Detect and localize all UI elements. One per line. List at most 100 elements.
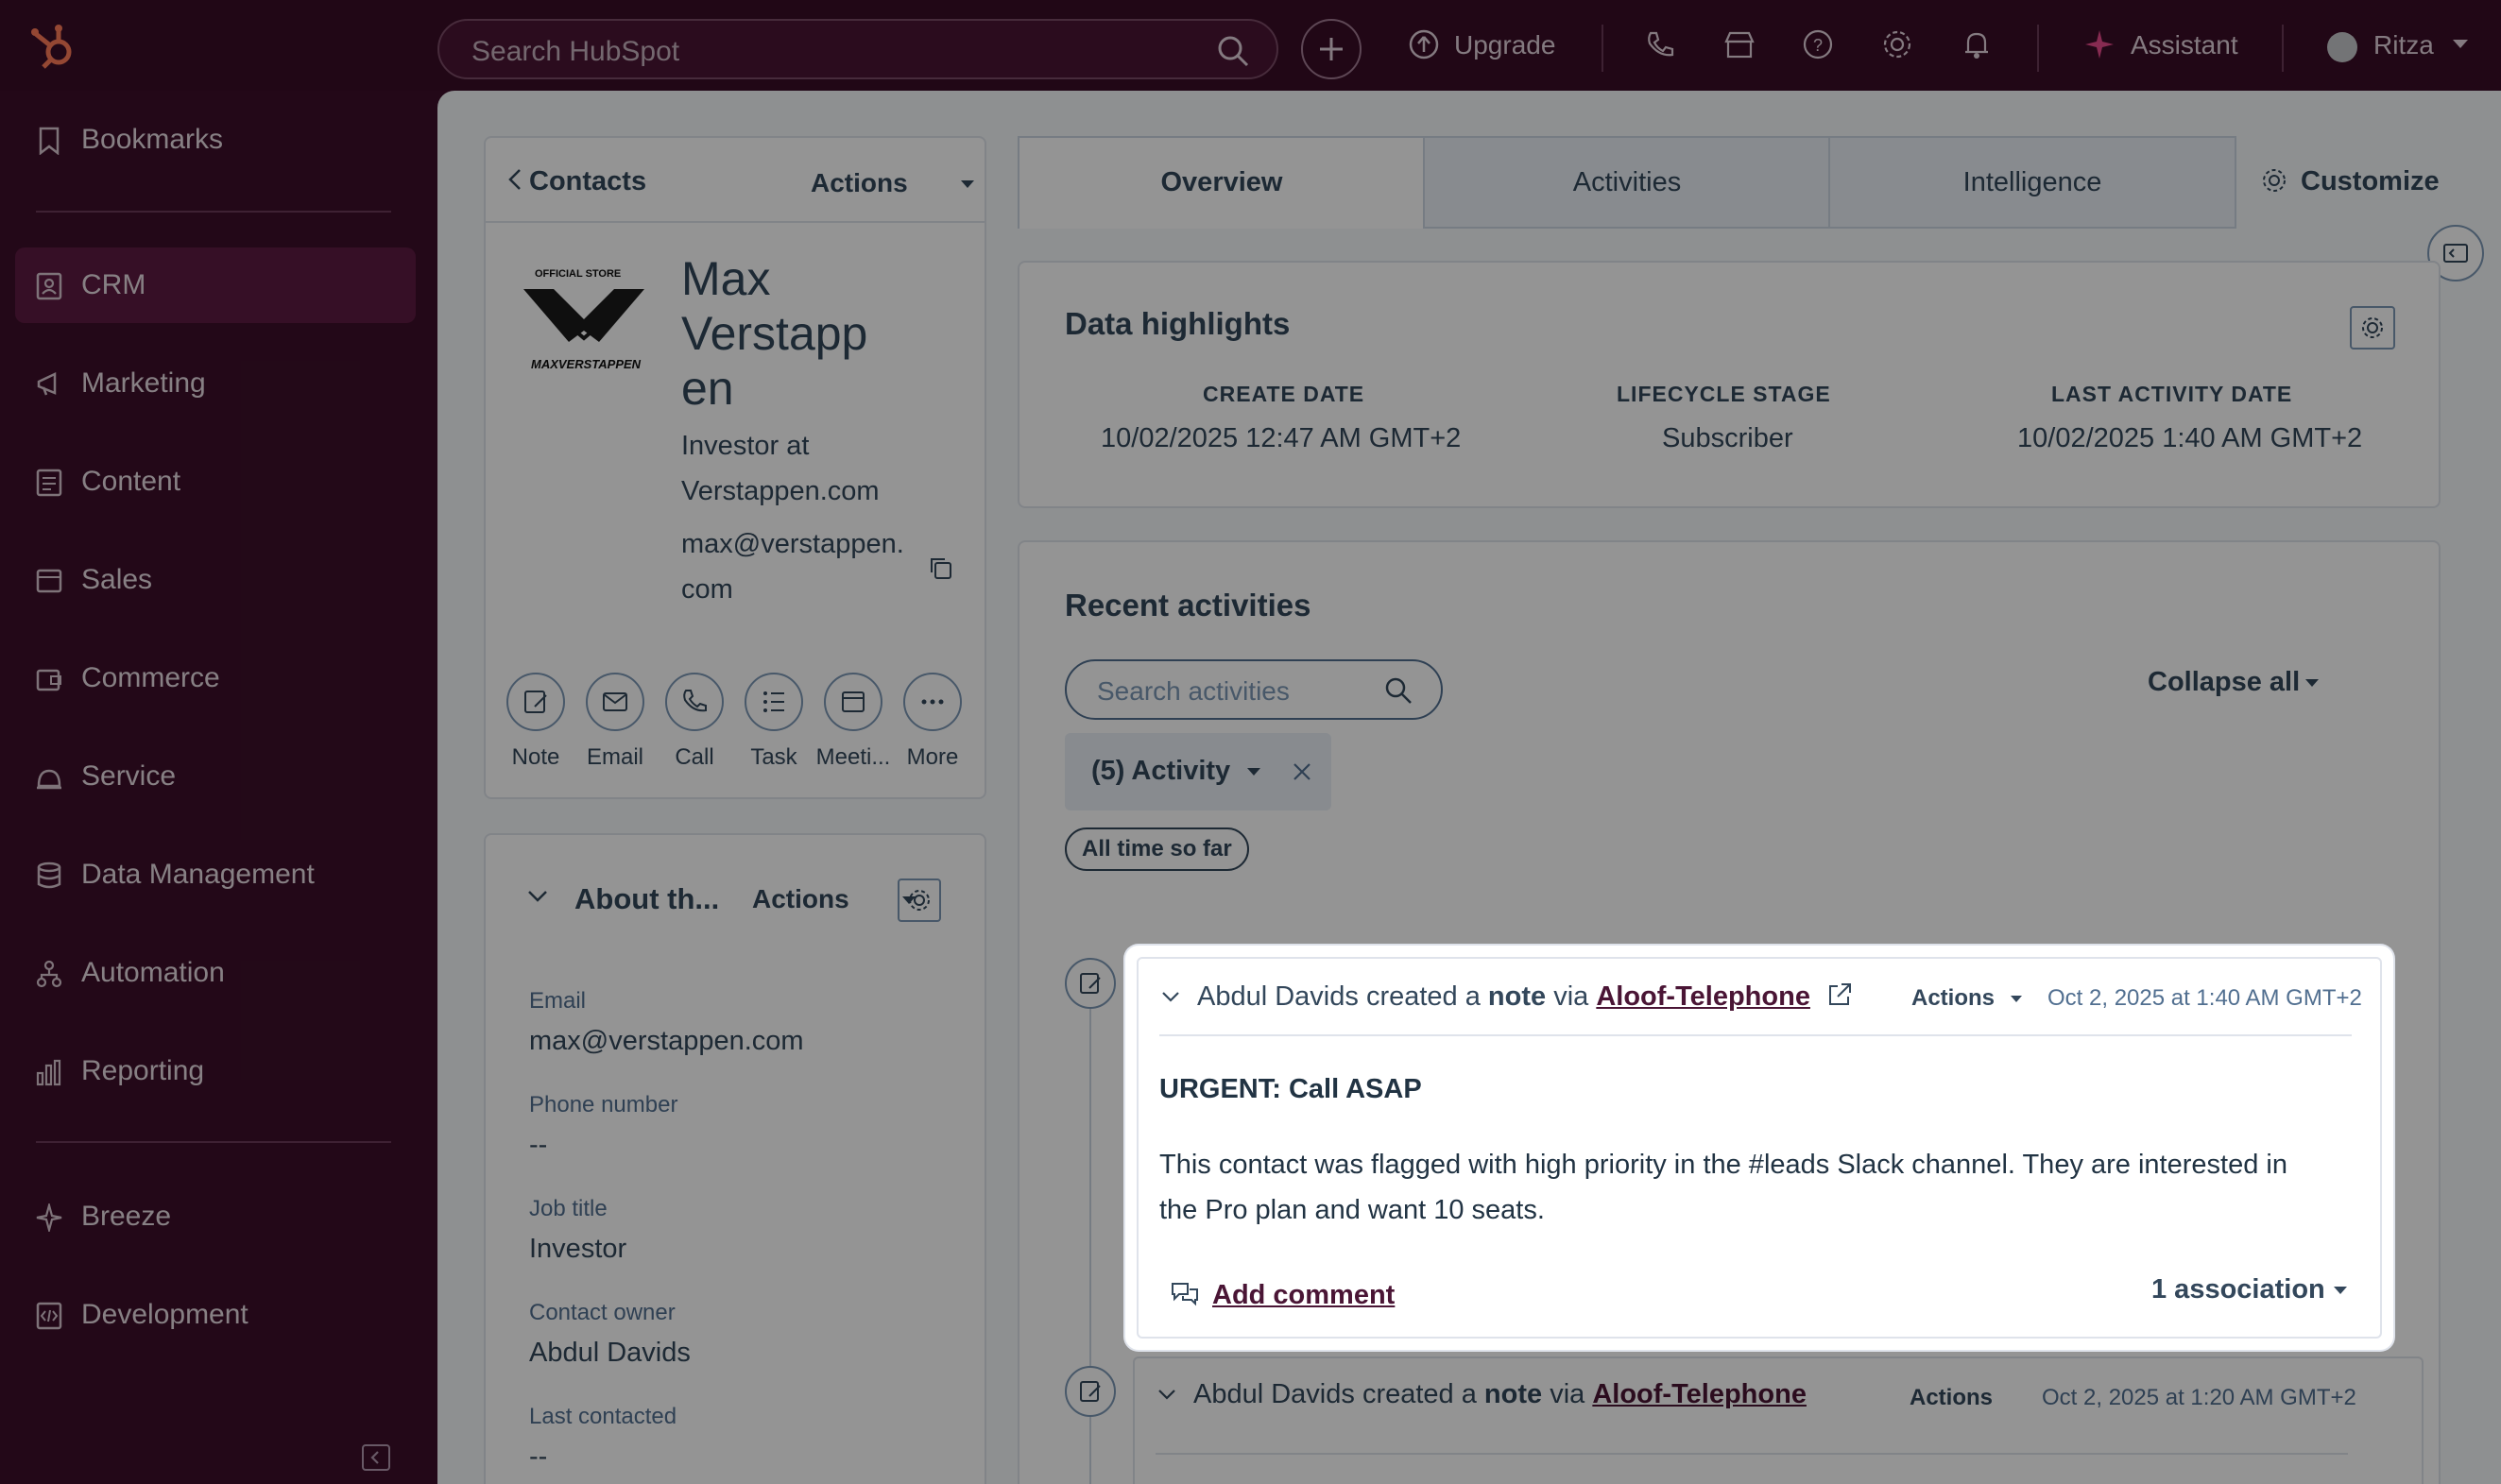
activity-actions-dropdown[interactable]: Actions	[1910, 1385, 1993, 1411]
field-label-contact-owner: Contact owner	[529, 1300, 676, 1325]
activity-author: Abdul Davids	[1197, 981, 1359, 1012]
note-icon	[524, 691, 547, 713]
lifecycle-stage-value: Subscriber	[1662, 423, 1793, 453]
external-link-icon[interactable]	[1826, 981, 1853, 1008]
email-button[interactable]	[586, 673, 644, 731]
back-to-contacts-link[interactable]: Contacts	[529, 166, 646, 197]
search-icon[interactable]	[1216, 34, 1250, 68]
sidebar-item-commerce[interactable]: Commerce	[15, 640, 416, 716]
recent-activities-title: Recent activities	[1065, 588, 1311, 623]
hubspot-logo-icon[interactable]	[26, 21, 79, 74]
sidebar-item-label: Content	[81, 466, 181, 497]
more-button[interactable]	[903, 673, 962, 731]
field-label-last-contacted: Last contacted	[529, 1404, 677, 1429]
activity-source-link[interactable]: Aloof-Telephone	[1592, 1379, 1807, 1409]
highlights-settings-button[interactable]	[2350, 306, 2395, 350]
copy-icon[interactable]	[928, 555, 954, 582]
about-settings-button[interactable]	[898, 878, 941, 922]
sidebar-item-crm[interactable]: CRM	[15, 247, 416, 323]
global-search-input[interactable]: Search HubSpot	[437, 19, 1278, 79]
caret-down-icon	[1247, 768, 1260, 776]
field-value-job-title[interactable]: Investor	[529, 1234, 626, 1265]
activity-filter-chip[interactable]: (5) Activity	[1065, 733, 1331, 810]
tab-overview[interactable]: Overview	[1018, 136, 1426, 229]
note-button[interactable]	[506, 673, 565, 731]
sidebar-item-breeze[interactable]: Breeze	[15, 1179, 416, 1254]
chevron-down-icon[interactable]	[2451, 38, 2470, 51]
sidebar-item-label: Service	[81, 760, 177, 792]
field-value-phone[interactable]: --	[529, 1130, 547, 1161]
chevron-down-icon[interactable]	[1161, 991, 1180, 1002]
sidebar-item-bookmarks[interactable]: Bookmarks	[15, 102, 416, 178]
sidebar-item-data-management[interactable]: Data Management	[15, 837, 416, 913]
upgrade-button[interactable]: Upgrade	[1454, 30, 1555, 60]
sidebar-item-sales[interactable]: Sales	[15, 542, 416, 618]
chevron-down-icon[interactable]	[527, 890, 548, 903]
about-actions-dropdown[interactable]: Actions	[752, 884, 849, 914]
sidebar-divider	[36, 1141, 391, 1143]
about-section-title[interactable]: About th...	[574, 882, 719, 916]
divider	[486, 221, 985, 223]
collapse-all-dropdown[interactable]: Collapse all	[2148, 667, 2300, 698]
meeting-button[interactable]	[824, 673, 882, 731]
tab-intelligence[interactable]: Intelligence	[1828, 136, 2236, 229]
tab-activities[interactable]: Activities	[1423, 136, 1831, 229]
time-filter-pill[interactable]: All time so far	[1065, 827, 1249, 871]
reporting-icon	[36, 1059, 61, 1086]
collapse-sidebar-button[interactable]	[362, 1444, 390, 1471]
content-icon	[36, 469, 62, 497]
avatar[interactable]	[2327, 32, 2357, 62]
chevron-down-icon[interactable]	[1157, 1389, 1176, 1400]
chevron-left-icon[interactable]	[506, 166, 523, 193]
caret-down-icon	[2305, 679, 2319, 687]
data-highlights-card: Data highlights CREATE DATE 10/02/2025 1…	[1018, 261, 2441, 508]
sidebar-item-content[interactable]: Content	[15, 444, 416, 520]
create-date-header: CREATE DATE	[1203, 382, 1365, 406]
sidebar-item-automation[interactable]: Automation	[15, 935, 416, 1011]
assistant-button[interactable]: Assistant	[2131, 30, 2238, 60]
gear-icon	[909, 890, 930, 911]
contact-name-line1: Max	[681, 252, 771, 305]
sidebar-item-label: Data Management	[81, 859, 315, 890]
divider	[2282, 25, 2284, 72]
field-value-contact-owner[interactable]: Abdul Davids	[529, 1338, 691, 1369]
phone-icon[interactable]	[1644, 28, 1676, 60]
task-button[interactable]	[745, 673, 803, 731]
note-icon	[1080, 973, 1101, 994]
contact-role-line2: Verstappen.com	[681, 476, 880, 506]
note-timeline-marker	[1065, 1366, 1116, 1417]
sidebar-item-service[interactable]: Service	[15, 739, 416, 814]
activity-actions-dropdown[interactable]: Actions	[1911, 985, 1995, 1012]
user-menu[interactable]: Ritza	[2373, 30, 2434, 60]
max-verstappen-logo-icon	[523, 289, 644, 342]
field-value-email[interactable]: max@verstappen.com	[529, 1026, 804, 1057]
settings-gear-icon[interactable]	[1881, 28, 1913, 60]
search-placeholder: Search HubSpot	[471, 36, 680, 67]
notifications-bell-icon[interactable]	[1961, 28, 1993, 60]
sidebar-item-reporting[interactable]: Reporting	[15, 1033, 416, 1109]
activity-timestamp: Oct 2, 2025 at 1:20 AM GMT+2	[2042, 1385, 2356, 1410]
sidebar-item-label: CRM	[81, 269, 146, 300]
contact-actions-dropdown[interactable]: Actions	[811, 168, 908, 198]
search-icon[interactable]	[1384, 676, 1413, 705]
field-value-last-contacted[interactable]: --	[529, 1441, 547, 1473]
activity-source-link[interactable]: Aloof-Telephone	[1596, 981, 1810, 1012]
marketplace-icon[interactable]	[1723, 28, 1756, 60]
customize-button[interactable]: Customize	[2301, 166, 2440, 197]
add-comment-link[interactable]: Add comment	[1212, 1280, 1395, 1311]
call-button[interactable]	[665, 673, 724, 731]
sidebar-item-label: Sales	[81, 564, 153, 595]
search-activities-input[interactable]: Search activities	[1065, 659, 1443, 720]
create-new-button[interactable]	[1301, 19, 1362, 79]
sidebar-item-development[interactable]: Development	[15, 1277, 416, 1353]
note-body-line2: the Pro plan and want 10 seats.	[1159, 1195, 1545, 1225]
close-icon[interactable]	[1292, 761, 1312, 782]
activity-author: Abdul Davids	[1193, 1379, 1355, 1409]
activity-summary: Abdul Davids created a note via Aloof-Te…	[1193, 1379, 1807, 1410]
last-activity-date-header: LAST ACTIVITY DATE	[2051, 382, 2293, 406]
help-icon[interactable]: ?	[1802, 28, 1834, 60]
company-logo: OFFICIAL STORE MAXVERSTAPPEN	[522, 268, 654, 380]
sidebar-item-marketing[interactable]: Marketing	[15, 346, 416, 421]
activity-verb: created a	[1365, 981, 1481, 1012]
associations-dropdown[interactable]: 1 association	[2151, 1274, 2325, 1305]
